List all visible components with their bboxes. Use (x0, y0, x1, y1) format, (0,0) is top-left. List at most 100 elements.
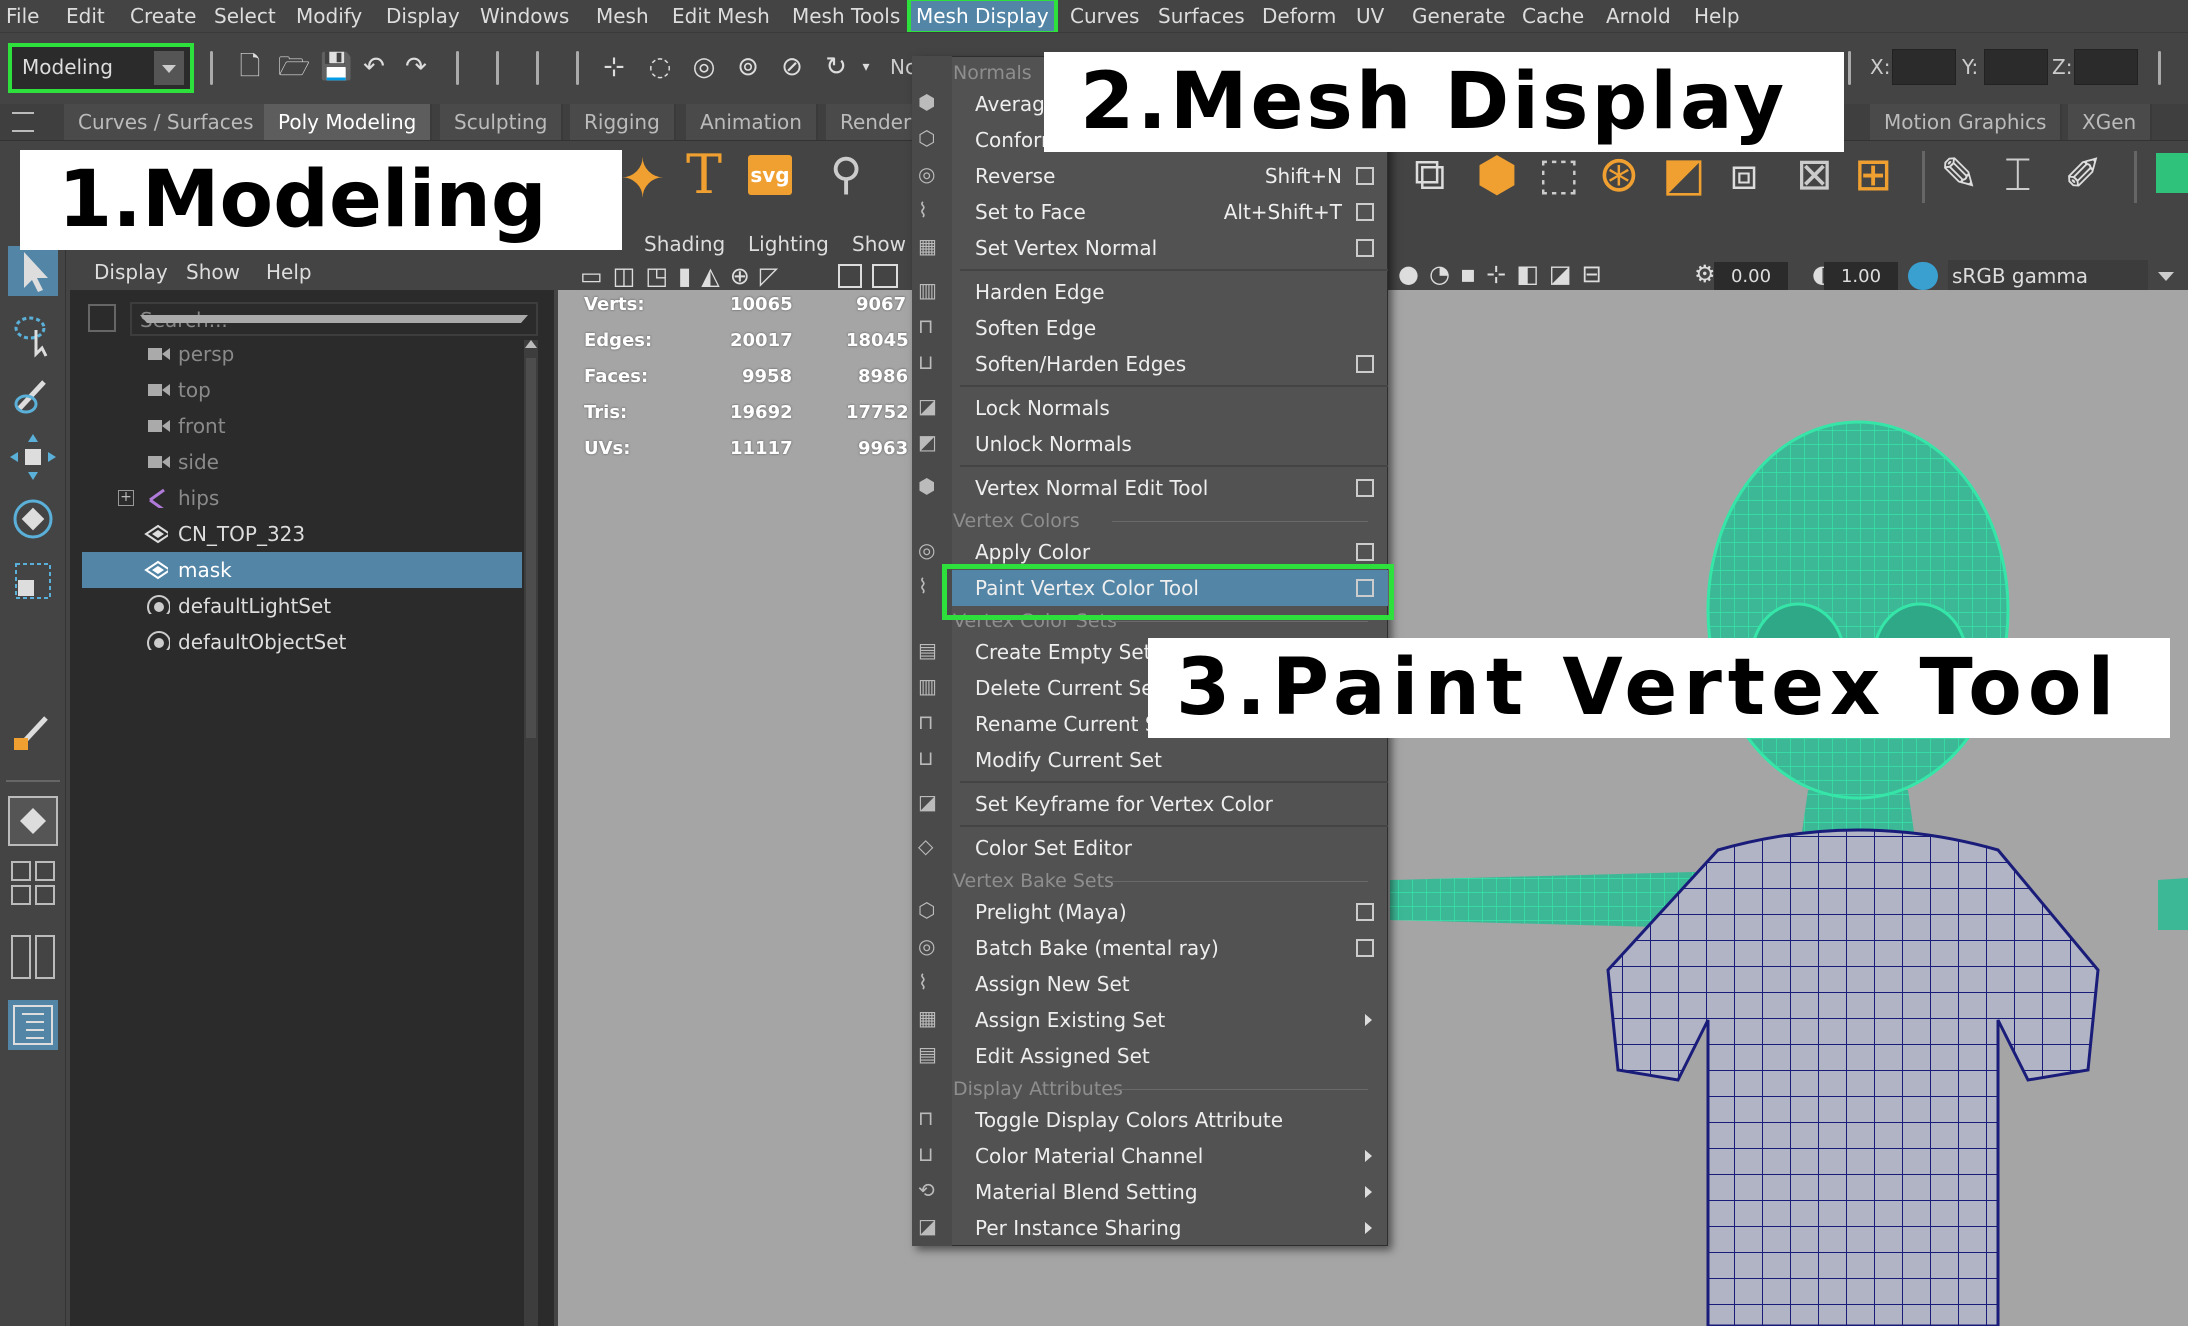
outliner-menu-display[interactable]: Display (94, 260, 168, 284)
menu-item-material-blend-setting[interactable]: Material Blend Setting (952, 1174, 1388, 1210)
menu-cache[interactable]: Cache (1516, 0, 1590, 32)
outliner-item[interactable]: defaultObjectSet (82, 624, 522, 660)
scale-icon[interactable]: ⊠ (1796, 149, 1833, 200)
menu-item-color-set-editor[interactable]: Color Set Editor (952, 830, 1388, 866)
select-tool[interactable] (8, 246, 58, 296)
outliner-item[interactable]: CN_TOP_323 (82, 516, 522, 552)
option-box-icon[interactable] (1356, 239, 1374, 257)
menu-item-per-instance-sharing[interactable]: Per Instance Sharing (952, 1210, 1388, 1246)
rotate-tool[interactable] (8, 494, 58, 544)
grid-toggle-icon[interactable] (838, 264, 862, 288)
menu-item-vertex-normal-edit-tool[interactable]: Vertex Normal Edit Tool (952, 470, 1388, 506)
shelf-menu-icon[interactable] (12, 112, 34, 132)
film-gate-icon[interactable] (872, 264, 898, 288)
snap-curve-icon[interactable]: ⊘ (778, 51, 806, 83)
menu-display[interactable]: Display (380, 0, 466, 32)
z-coord-field[interactable] (2074, 49, 2138, 85)
menu-windows[interactable]: Windows (474, 0, 575, 32)
menu-arnold[interactable]: Arnold (1600, 0, 1677, 32)
menu-item-harden-edge[interactable]: Harden Edge (952, 274, 1388, 310)
outliner-menu-help[interactable]: Help (266, 260, 312, 284)
menu-item-unlock-normals[interactable]: Unlock Normals (952, 426, 1388, 462)
outliner-item[interactable]: defaultLightSet (82, 588, 522, 624)
shelf-tab-animation[interactable]: Animation (686, 104, 818, 140)
pen-tool-icon[interactable]: ✎ (1940, 147, 1979, 201)
lasso-tool[interactable] (8, 308, 58, 358)
cube-icon[interactable]: ⬢ (1476, 147, 1518, 203)
x-coord-field[interactable] (1892, 49, 1956, 85)
menu-item-color-material-channel[interactable]: Color Material Channel (952, 1138, 1388, 1174)
menu-item-set-keyframe-for-vertex-color[interactable]: Set Keyframe for Vertex Color (952, 786, 1388, 822)
menu-item-assign-new-set[interactable]: Assign New Set (952, 966, 1388, 1002)
menu-item-batch-bake-mental-ray[interactable]: Batch Bake (mental ray) (952, 930, 1388, 966)
exposure-icon[interactable]: ⚙ (1694, 260, 1716, 288)
soft-select-icon[interactable]: ↻ (822, 51, 850, 83)
outliner-menu-show[interactable]: Show (186, 260, 240, 284)
text-tool-icon[interactable]: T (686, 143, 722, 206)
outliner-filter-icon[interactable] (88, 304, 116, 332)
option-box-icon[interactable] (1356, 203, 1374, 221)
menu-deform[interactable]: Deform (1256, 0, 1342, 32)
chevron-down-icon[interactable] (154, 51, 184, 85)
outliner-item[interactable]: + hips (82, 480, 522, 516)
gamma-field[interactable]: 1.00 (1824, 262, 1898, 292)
svg-tool-icon[interactable]: svg (748, 155, 792, 195)
outliner-item[interactable]: front (82, 408, 522, 444)
lasso-select-icon[interactable]: ◌ (646, 51, 674, 83)
menu-select[interactable]: Select (208, 0, 282, 32)
menu-create[interactable]: Create (124, 0, 202, 32)
color-space-dropdown[interactable]: sRGB gamma (1948, 260, 2148, 292)
expand-icon[interactable]: + (118, 490, 134, 506)
menu-set-dropdown[interactable]: Modeling (8, 43, 194, 93)
menu-edit-mesh[interactable]: Edit Mesh (666, 0, 776, 32)
move-tool[interactable] (8, 432, 58, 482)
viewport-menu-shading[interactable]: Shading (644, 232, 725, 256)
scroll-thumb[interactable] (526, 358, 536, 738)
outliner-scrollbar[interactable] (524, 340, 538, 1326)
stack-icon[interactable]: ⧈ (1730, 149, 1758, 200)
option-box-icon[interactable] (1356, 939, 1374, 957)
y-coord-field[interactable] (1984, 49, 2048, 85)
menu-item-prelight-maya[interactable]: Prelight (Maya) (952, 894, 1388, 930)
paint-select-tool[interactable] (8, 370, 58, 420)
scroll-up-icon[interactable] (525, 340, 537, 348)
menu-item-edit-assigned-set[interactable]: Edit Assigned Set (952, 1038, 1388, 1074)
outliner-search-input[interactable]: Search... (130, 302, 538, 336)
pivot-icon[interactable]: ⚲ (830, 149, 862, 200)
menu-item-modify-current-set[interactable]: Modify Current Set (952, 742, 1388, 778)
option-box-icon[interactable] (1356, 903, 1374, 921)
sphere-grid-icon[interactable]: ⊛ (1598, 145, 1640, 203)
shelf-tab-xgen[interactable]: XGen (2068, 104, 2153, 140)
viewport-menu-lighting[interactable]: Lighting (748, 232, 829, 256)
outliner-item[interactable]: persp (82, 336, 522, 372)
snap-icon[interactable]: ⊚ (734, 51, 762, 83)
menu-mesh[interactable]: Mesh (590, 0, 655, 32)
option-box-icon[interactable] (1356, 543, 1374, 561)
menu-generate[interactable]: Generate (1406, 0, 1511, 32)
menu-item-toggle-display-colors-attribute[interactable]: Toggle Display Colors Attribute (952, 1102, 1388, 1138)
menu-item-lock-normals[interactable]: Lock Normals (952, 390, 1388, 426)
two-pane-layout[interactable] (8, 932, 58, 982)
color-management-icon[interactable] (1908, 262, 1938, 290)
new-scene-icon[interactable]: 🗋 (236, 51, 264, 83)
shelf-tab-sculpting[interactable]: Sculpting (440, 104, 564, 140)
single-pane-layout[interactable] (8, 796, 58, 846)
menu-surfaces[interactable]: Surfaces (1152, 0, 1251, 32)
option-box-icon[interactable] (1356, 355, 1374, 373)
outliner-item[interactable]: side (82, 444, 522, 480)
star-icon[interactable]: ✦ (620, 147, 665, 210)
menu-file[interactable]: File (0, 0, 45, 32)
outliner-item-selected[interactable]: mask (82, 552, 522, 588)
paint-select-icon[interactable]: ◎ (690, 51, 718, 83)
insert-loop-icon[interactable]: ⌶ (2004, 147, 2032, 203)
exposure-field[interactable]: 0.00 (1714, 262, 1788, 292)
scale-tool[interactable] (8, 556, 58, 606)
shelf-tab-rigging[interactable]: Rigging (570, 104, 676, 140)
four-pane-layout[interactable] (8, 858, 58, 908)
shelf-tab-curves-surfaces[interactable]: Curves / Surfaces (64, 104, 270, 140)
camera-tools-icons[interactable]: ▭◫◳▮◭⊕◸ (580, 262, 788, 290)
menu-item-reverse[interactable]: Reverse Shift+N (952, 158, 1388, 194)
outliner-item[interactable]: top (82, 372, 522, 408)
display-tools-icons[interactable]: ●◔▪⊹◧◪⊟ (1398, 260, 1612, 288)
last-tool[interactable] (8, 706, 58, 756)
